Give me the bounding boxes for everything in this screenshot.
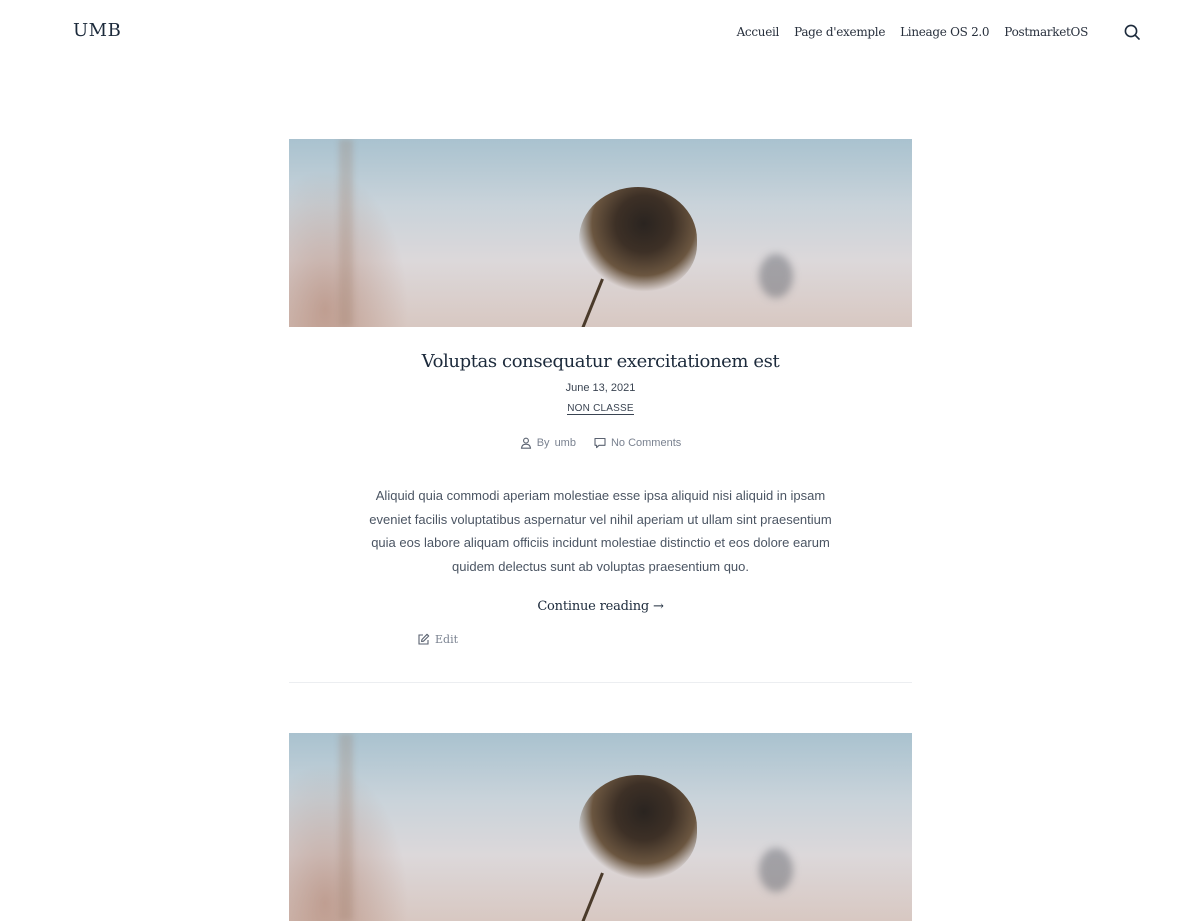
featured-image[interactable]: [289, 139, 912, 327]
search-icon: [1124, 24, 1140, 40]
continue-reading: Continue reading →: [289, 597, 912, 615]
post-article: [289, 733, 912, 921]
post-author: By umb: [520, 437, 576, 449]
comment-icon: [594, 437, 606, 449]
featured-image[interactable]: [289, 733, 912, 921]
nav-item-accueil[interactable]: Accueil: [737, 25, 780, 39]
post-article: Voluptas consequatur exercitationem est …: [289, 139, 912, 646]
post-category: NON CLASSE: [289, 398, 912, 416]
continue-reading-link[interactable]: Continue reading →: [537, 599, 664, 614]
post-excerpt: Aliquid quia commodi aperiam molestiae e…: [369, 488, 832, 574]
post-title[interactable]: Voluptas consequatur exercitationem est: [289, 351, 912, 372]
primary-nav: Accueil Page d'exemple Lineage OS 2.0 Po…: [737, 25, 1089, 39]
category-link[interactable]: NON CLASSE: [567, 403, 634, 415]
author-link[interactable]: umb: [555, 437, 576, 449]
nav-item-postmarketos[interactable]: PostmarketOS: [1004, 25, 1088, 39]
post-meta: By umb No Comments: [289, 437, 912, 449]
nav-item-lineage-os[interactable]: Lineage OS 2.0: [900, 25, 989, 39]
user-icon: [520, 437, 531, 449]
comments-link[interactable]: No Comments: [611, 437, 681, 449]
search-button[interactable]: [1122, 22, 1142, 42]
site-title-link[interactable]: UMB: [73, 20, 121, 41]
post-edit: Edit: [417, 633, 912, 646]
author-prefix: By: [536, 437, 550, 449]
post-separator: [289, 682, 912, 683]
site-header: UMB Accueil Page d'exemple Lineage OS 2.…: [0, 0, 1200, 64]
post-date[interactable]: June 13, 2021: [289, 382, 912, 394]
edit-icon: [418, 633, 430, 645]
edit-link[interactable]: Edit: [435, 633, 458, 646]
post-comments: No Comments: [594, 437, 681, 449]
nav-item-page-exemple[interactable]: Page d'exemple: [794, 25, 885, 39]
